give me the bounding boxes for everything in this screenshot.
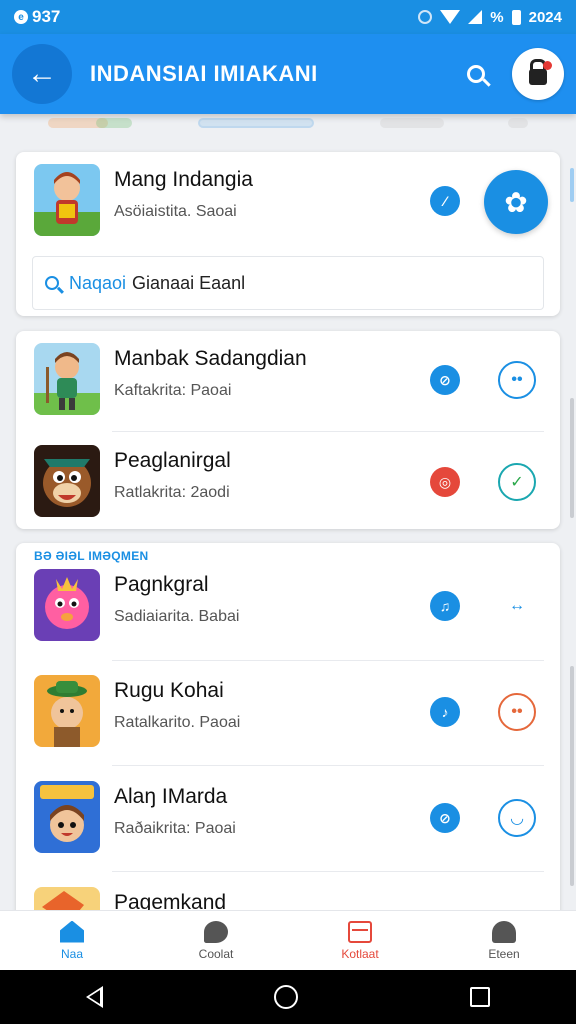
nav-label: Naa [60,946,83,961]
list-item[interactable]: Rugu Kohai Ratalkarito. Paoai ♪ •• [16,663,560,767]
divider [112,431,544,432]
notification-icon: e [14,10,28,24]
search-highlight: Naqaoi [69,272,127,293]
list-card-one: Manbak Sadangdian Kaftakrita: Paoai ⊘ ••… [16,331,560,529]
scrollbar[interactable] [570,168,574,202]
check-button[interactable]: ✓ [498,463,536,501]
app-thumbnail [34,343,100,415]
nav-profile[interactable]: Eteen [432,911,576,970]
app-subtitle: Raðaikrita: Paoai [114,820,236,837]
news-icon [348,920,372,943]
battery-percent: % [490,8,504,26]
app-name: Peaglanirgal [114,449,231,472]
security-button[interactable] [512,48,564,100]
featured-card: Mang Indangia Asöiaistita. Saoai ⁄ ✿ Naq… [16,152,560,316]
compass-button[interactable]: ⊘ [430,803,460,833]
list-item[interactable]: Pagnkgral Sadiaiarita. Babai ♫ ↔ [16,557,560,661]
chat-icon [204,920,228,943]
system-home-button[interactable] [274,985,299,1009]
search-text: Gianaai Eaanl [132,272,246,293]
camera-button[interactable]: ◎ [430,467,460,497]
pencil-icon: ⊘ [439,371,451,388]
profile-icon [492,920,516,943]
music-button[interactable]: ♫ [430,591,460,621]
system-back-button[interactable] [85,986,103,1008]
home-icon [60,920,84,943]
list-item[interactable]: Alaŋ IMarda Raðaikrita: Paoai ⊘ ◡ [16,769,560,873]
compass-icon: ⊘ [439,809,451,826]
scrollbar[interactable] [570,398,574,518]
search-icon [45,276,59,290]
app-thumbnail [34,569,100,641]
settings-fab[interactable]: ✿ [484,170,548,234]
nav-label: Kotlaat [341,946,379,961]
app-thumbnail [34,781,100,853]
app-subtitle: Asöiaistita. Saoai [114,203,237,220]
more-button[interactable]: •• [498,693,536,731]
flower-icon: ✿ [504,186,528,218]
smile-icon: ◡ [510,810,524,827]
edit-button[interactable]: ⊘ [430,365,460,395]
divider [112,765,544,766]
sync-icon [418,10,433,24]
edit-button[interactable]: ⁄ [430,186,460,216]
arrow-left-icon: ← [27,57,57,90]
search-input[interactable]: Naqaoi Gianaai Eaanl [32,256,544,310]
app-thumbnail [34,164,100,236]
check-icon: ✓ [510,474,524,491]
controller-icon: •• [511,371,523,388]
music-button[interactable]: ♪ [430,697,460,727]
list-item[interactable]: Manbak Sadangdian Kaftakrita: Paoai ⊘ •• [16,331,560,435]
play-button[interactable]: •• [498,361,536,399]
app-subtitle: Kaftakrita: Paoai [114,382,232,399]
featured-row[interactable]: Mang Indangia Asöiaistita. Saoai ⁄ ✿ [16,152,560,256]
app-name: Pagnkgral [114,573,209,596]
system-navigation [0,970,576,1024]
list-item[interactable]: Peaglanirgal Ratlakrita: 2aodi ◎ ✓ [16,433,560,529]
wifi-icon [440,10,461,24]
bottom-navigation: Naa Coolat Kotlaat Eteen [0,910,576,970]
scrolled-content-fade [0,114,576,136]
battery-icon [511,9,521,25]
system-recents-button[interactable] [470,987,491,1007]
nav-home[interactable]: Naa [0,911,144,970]
divider [112,871,544,872]
section-label: BƏ ƏIƏL IMƏQMEN [34,549,149,563]
music-icon: ♫ [439,598,451,614]
app-name: Manbak Sadangdian [114,347,307,370]
list-card-two: Pagnkgral Sadiaiarita. Babai ♫ ↔ Rugu Ko… [16,543,560,923]
app-subtitle: Sadiaiarita. Babai [114,608,240,625]
signal-icon [468,10,483,24]
camera-icon: ◎ [438,473,452,490]
status-year: 2024 [528,8,562,26]
divider [112,660,544,661]
app-subtitle: Ratlakrita: 2aodi [114,484,230,501]
search-icon [467,65,485,83]
nav-news[interactable]: Kotlaat [288,911,432,970]
status-time: 937 [32,7,61,26]
nav-label: Eteen [488,946,520,961]
pencil-icon: ⁄ [443,193,447,209]
app-name: Rugu Kohai [114,679,224,702]
lock-icon [529,59,547,85]
nav-chat[interactable]: Coolat [144,911,288,970]
dots-icon: •• [511,703,523,720]
back-button[interactable]: ← [12,44,72,104]
music-icon: ♪ [441,704,449,720]
app-name: Mang Indangia [114,168,253,191]
notification-dot [543,61,552,70]
nav-label: Coolat [198,946,234,961]
app-thumbnail [34,445,100,517]
link-button[interactable]: ↔ [498,587,536,625]
status-bar: e 937 % 2024 [0,0,576,34]
link-icon: ↔ [509,597,525,614]
scrollbar[interactable] [570,666,574,886]
app-thumbnail [34,675,100,747]
page-title: INDANSIAI IMIAKANI [90,61,318,86]
search-button[interactable] [454,52,498,96]
app-name: Alaŋ IMarda [114,785,228,808]
app-subtitle: Ratalkarito. Paoai [114,714,241,731]
app-bar: ← INDANSIAI IMIAKANI [0,34,576,114]
smile-button[interactable]: ◡ [498,799,536,837]
